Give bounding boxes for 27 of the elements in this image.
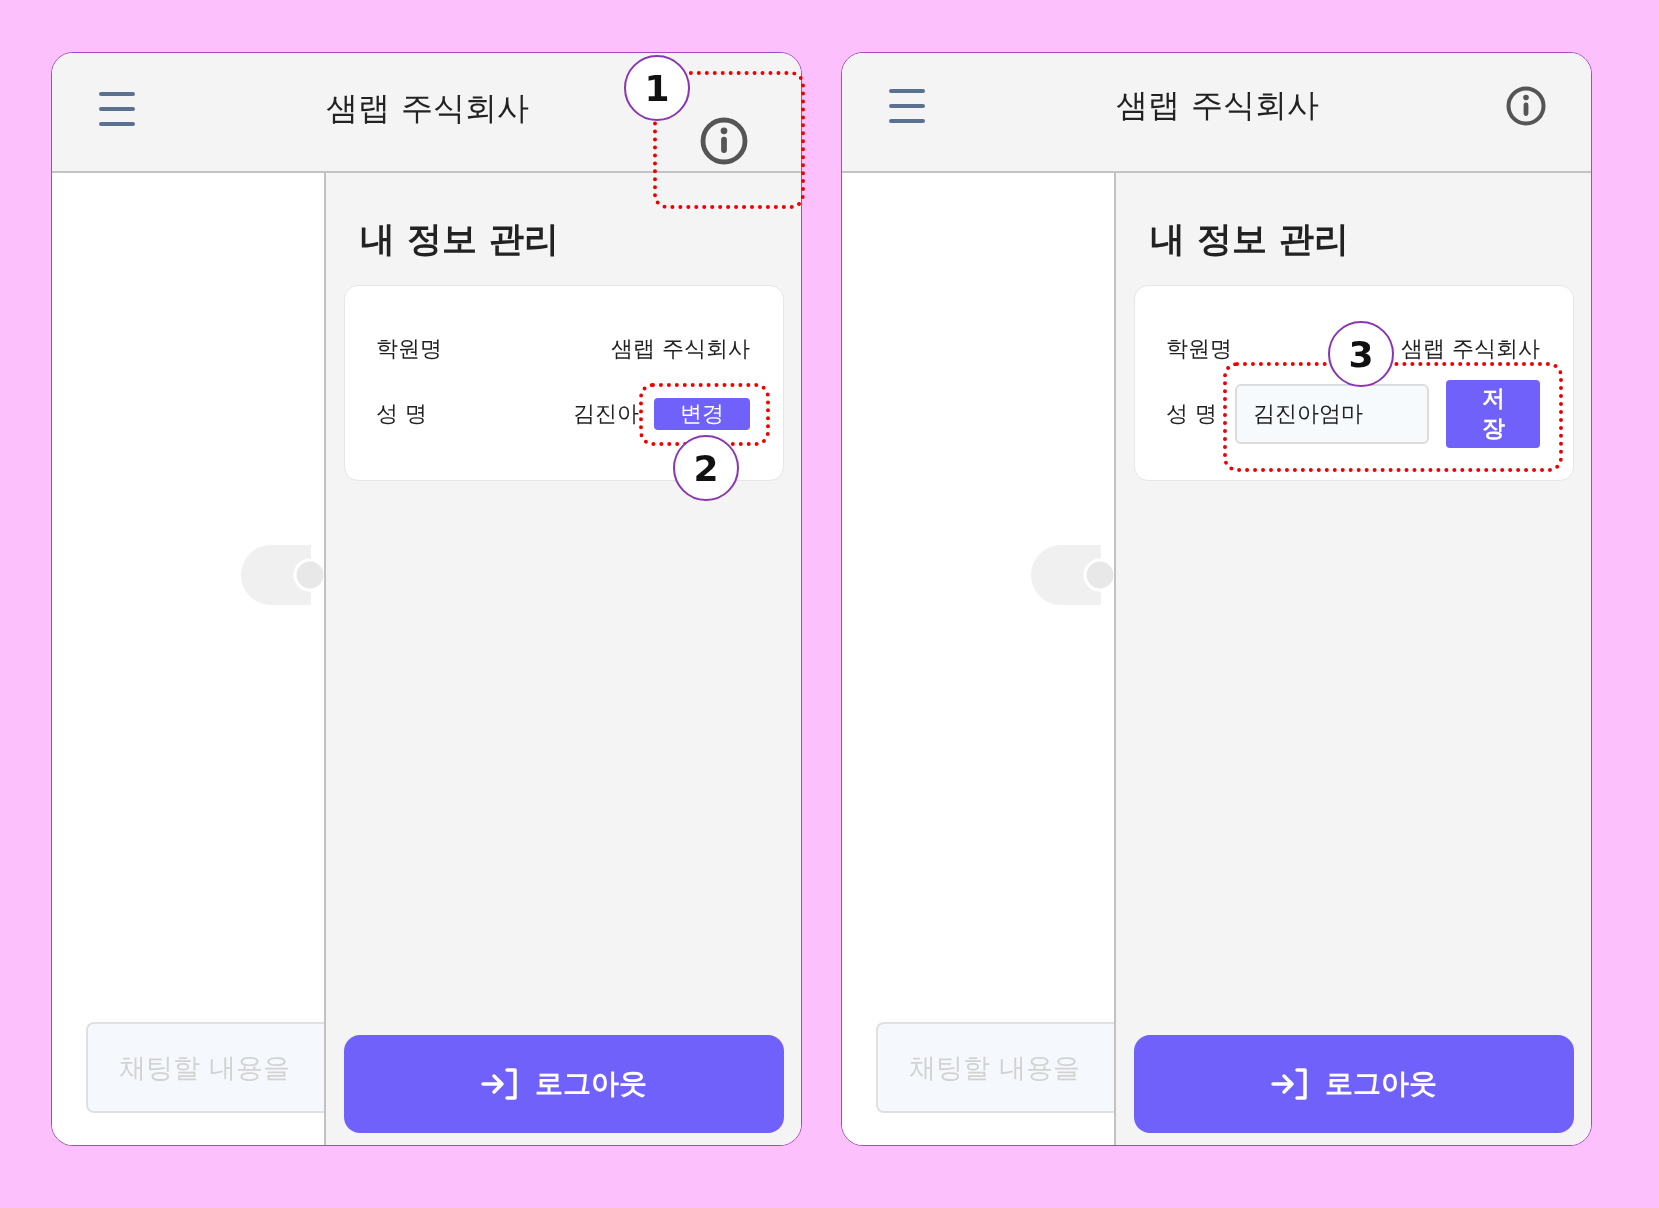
field-value: 샘랩 주식회사 (1401, 335, 1540, 363)
app-title: 샘랩 주식회사 (326, 88, 529, 129)
panel-heading: 내 정보 관리 (360, 218, 561, 260)
app-title: 샘랩 주식회사 (1116, 85, 1319, 126)
arrow-into-bracket-icon (481, 1067, 519, 1101)
arrow-into-bracket-icon (1271, 1067, 1309, 1101)
field-label: 성 명 (1166, 400, 1217, 428)
panel-heading: 내 정보 관리 (1150, 218, 1351, 260)
field-label: 성 명 (376, 400, 427, 428)
menu-icon[interactable] (889, 89, 925, 123)
logout-button[interactable]: 로그아웃 (1134, 1035, 1574, 1133)
step-callout: 3 (1328, 321, 1394, 387)
field-label: 학원명 (1166, 335, 1232, 363)
field-value: 김진아 (573, 400, 639, 428)
save-button[interactable]: 저장 (1446, 380, 1540, 448)
field-label: 학원명 (376, 335, 442, 363)
change-button[interactable]: 변경 (654, 398, 750, 430)
step-callout: 1 (624, 55, 690, 121)
name-input[interactable]: 김진아엄마 (1235, 384, 1429, 444)
step-callout: 2 (673, 435, 739, 501)
handle-icon[interactable] (241, 545, 324, 605)
menu-icon[interactable] (99, 92, 135, 126)
logout-button[interactable]: 로그아웃 (344, 1035, 784, 1133)
handle-icon[interactable] (1031, 545, 1114, 605)
info-icon[interactable] (700, 117, 748, 165)
info-icon[interactable] (1506, 86, 1546, 126)
field-value: 샘랩 주식회사 (611, 335, 750, 363)
